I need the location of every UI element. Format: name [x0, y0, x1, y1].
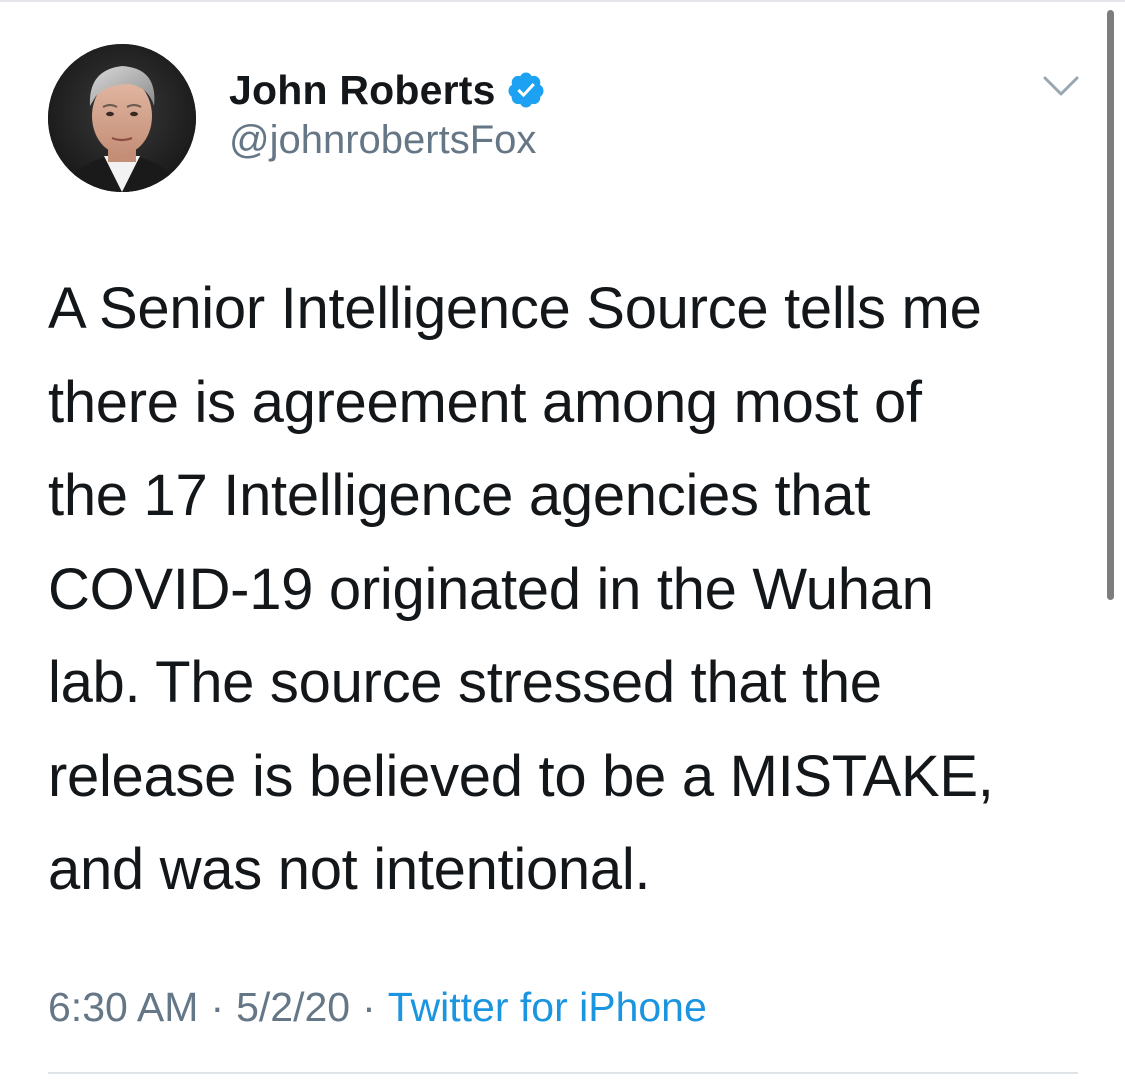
tweet-text: A Senior Intelligence Source tells me th…: [48, 276, 994, 902]
author-display-name[interactable]: John Roberts: [229, 67, 496, 114]
avatar[interactable]: [48, 44, 196, 192]
top-divider: [0, 0, 1125, 2]
avatar-photo-icon: [48, 44, 196, 192]
author-handle[interactable]: @johnrobertsFox: [229, 118, 536, 163]
tweet-card: John Roberts @johnrobertsFox A Senior In…: [0, 0, 1125, 1087]
chevron-down-icon[interactable]: [1041, 72, 1081, 100]
verified-badge-icon: [506, 70, 546, 110]
bottom-divider: [48, 1072, 1078, 1074]
tweet-time: 6:30 AM: [48, 984, 199, 1030]
author-name-row[interactable]: John Roberts: [229, 64, 546, 116]
tweet-meta: 6:30 AM · 5/2/20 · Twitter for iPhone: [48, 984, 707, 1031]
scrollbar-thumb[interactable]: [1107, 10, 1114, 600]
tweet-source-link[interactable]: Twitter for iPhone: [388, 984, 707, 1031]
tweet-date[interactable]: 5/2/20: [236, 984, 350, 1031]
meta-separator: ·: [210, 984, 225, 1030]
meta-separator: ·: [362, 984, 376, 1030]
